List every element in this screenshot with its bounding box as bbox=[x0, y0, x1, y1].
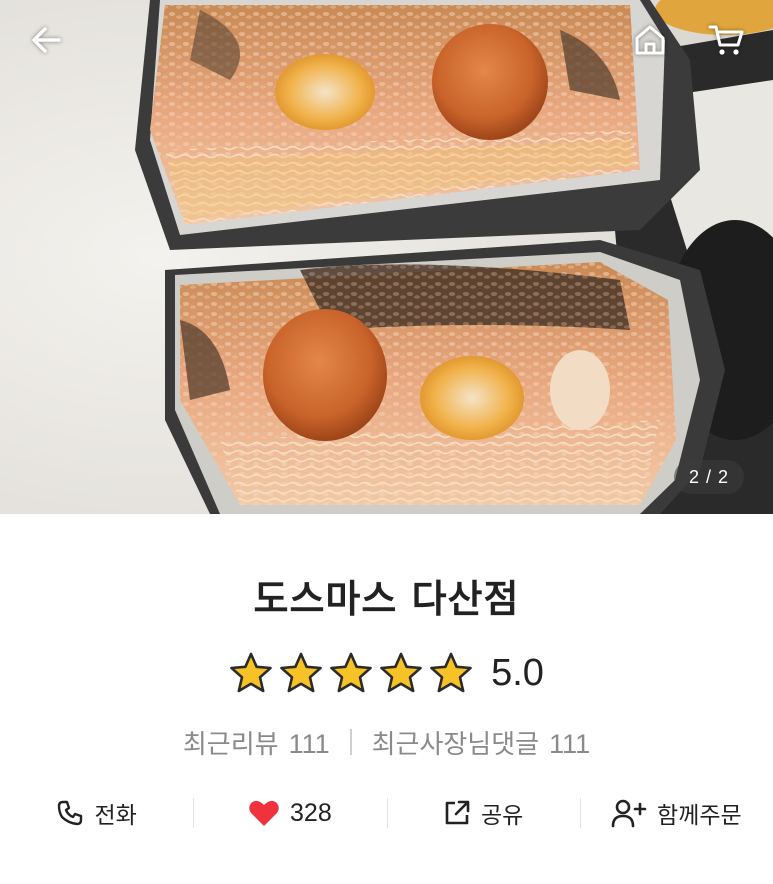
photo-page-indicator: 2 / 2 bbox=[674, 460, 744, 494]
back-button[interactable] bbox=[22, 18, 70, 62]
arrow-left-icon bbox=[32, 27, 61, 53]
store-name: 도스마스 다산점 bbox=[253, 577, 520, 621]
star-icon bbox=[229, 652, 273, 694]
owner-replies-link[interactable]: 최근사장님댓글 111 bbox=[372, 724, 591, 761]
store-photo bbox=[0, 0, 773, 514]
share-label: 공유 bbox=[480, 803, 524, 829]
divider bbox=[349, 729, 352, 755]
share-button[interactable]: 공유 bbox=[386, 782, 580, 844]
star-icon bbox=[279, 652, 323, 694]
store-action-bar: 전화 328 공유 함께주문 bbox=[0, 782, 773, 844]
recent-reviews-link[interactable]: 최근리뷰 111 bbox=[183, 724, 330, 761]
owner-replies-count: 111 bbox=[549, 728, 591, 759]
star-icon bbox=[329, 652, 373, 694]
star-icon bbox=[429, 652, 473, 694]
rating-row[interactable]: 5.0 bbox=[0, 648, 773, 698]
store-photo-carousel[interactable]: 2 / 2 bbox=[0, 0, 773, 514]
recent-reviews-count: 111 bbox=[288, 728, 330, 759]
like-button[interactable]: 328 bbox=[193, 782, 386, 844]
group-order-button[interactable]: 함께주문 bbox=[579, 782, 773, 844]
review-counts: 최근리뷰 111 최근사장님댓글 111 bbox=[0, 722, 773, 762]
cart-button[interactable] bbox=[702, 18, 750, 62]
rating-value: 5.0 bbox=[491, 651, 544, 694]
share-icon bbox=[445, 800, 470, 825]
recent-reviews-label: 최근리뷰 bbox=[182, 729, 279, 760]
rating-stars bbox=[229, 652, 473, 694]
like-count: 328 bbox=[290, 798, 332, 827]
call-button[interactable]: 전화 bbox=[0, 782, 193, 844]
call-label: 전화 bbox=[94, 803, 137, 829]
star-icon bbox=[379, 652, 423, 694]
cart-icon bbox=[708, 25, 744, 55]
group-order-label: 함께주문 bbox=[657, 803, 742, 829]
home-icon bbox=[635, 25, 665, 55]
heart-icon bbox=[249, 800, 279, 826]
add-user-icon bbox=[611, 799, 647, 828]
home-button[interactable] bbox=[626, 18, 674, 62]
phone-icon bbox=[58, 800, 83, 826]
owner-replies-label: 최근사장님댓글 bbox=[371, 729, 540, 760]
